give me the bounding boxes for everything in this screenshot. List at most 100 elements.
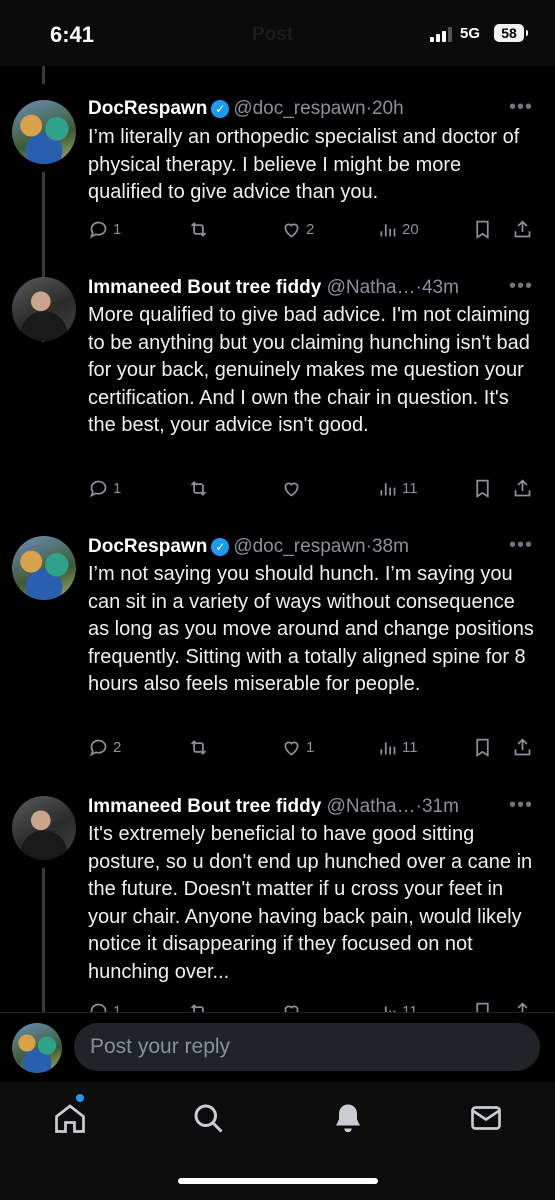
bookmark-button[interactable] [472, 998, 493, 1012]
more-options-icon[interactable]: ••• [509, 275, 533, 298]
repost-icon [190, 1003, 204, 1012]
bookmark-button[interactable] [472, 734, 493, 760]
post-time[interactable]: 38m [372, 536, 409, 557]
post-header: DocRespawn ✓ @doc_respawn·20h [88, 98, 404, 119]
heart-icon [284, 741, 299, 756]
post-text: It's extremely beneficial to have good s… [88, 823, 533, 983]
views-chart-icon [384, 1005, 396, 1012]
repost-icon [190, 739, 207, 755]
reply-input[interactable] [74, 1023, 540, 1071]
bell-icon [336, 1104, 360, 1133]
share-button[interactable] [512, 216, 533, 242]
share-button[interactable] [512, 998, 533, 1012]
thread-line [42, 66, 45, 84]
share-icon [514, 219, 531, 237]
post-time[interactable]: 31m [422, 796, 459, 817]
network-label: 5G [460, 25, 481, 42]
home-icon [55, 1104, 85, 1133]
share-button[interactable] [512, 734, 533, 760]
view-count: 20 [402, 220, 419, 238]
bookmark-icon [476, 220, 489, 239]
thread-line [42, 868, 45, 1012]
avatar [12, 1023, 62, 1073]
post-text: I’m literally an orthopedic specialist a… [88, 126, 520, 203]
reply-count: 1 [113, 1002, 122, 1013]
bookmark-icon [476, 479, 489, 498]
repost-icon [190, 221, 207, 237]
reply-icon [89, 739, 107, 756]
tab-messages[interactable] [468, 1100, 504, 1136]
like-count: 2 [306, 220, 315, 238]
verified-badge-icon: ✓ [211, 100, 230, 118]
reply-button[interactable]: 1 [88, 216, 121, 242]
author-name[interactable]: Immaneed Bout tree fiddy [88, 277, 321, 298]
like-button[interactable] [281, 998, 306, 1012]
reply-count: 2 [113, 738, 122, 756]
repost-button[interactable] [188, 734, 213, 760]
tab-home[interactable] [52, 1100, 88, 1136]
reply-button[interactable]: 1 [88, 475, 121, 501]
views-chart-icon [380, 223, 396, 236]
like-button[interactable] [281, 475, 306, 501]
like-button[interactable]: 1 [281, 734, 314, 760]
repost-button[interactable] [188, 998, 213, 1012]
more-options-icon[interactable]: ••• [509, 534, 533, 557]
view-count: 11 [402, 738, 418, 756]
views-button[interactable]: 11 [377, 734, 418, 760]
author-handle[interactable]: @doc_respawn [233, 98, 365, 119]
author-handle[interactable]: @doc_respawn [233, 536, 365, 557]
post-header: DocRespawn ✓ @doc_respawn·38m [88, 536, 409, 557]
views-button[interactable]: 11 [377, 475, 418, 501]
avatar[interactable] [12, 796, 76, 860]
author-name[interactable]: Immaneed Bout tree fiddy [88, 796, 321, 817]
post-text: More qualified to give bad advice. I'm n… [88, 304, 530, 436]
reply-count: 1 [113, 220, 122, 238]
post-text: I’m not saying you should hunch. I’m say… [88, 563, 534, 695]
author-name[interactable]: DocRespawn [88, 98, 207, 119]
tab-notifications[interactable] [330, 1100, 366, 1136]
reply-button[interactable]: 1 [88, 998, 121, 1012]
home-indicator[interactable] [178, 1178, 378, 1184]
views-button[interactable]: 20 [377, 216, 419, 242]
bookmark-icon [476, 1002, 489, 1012]
signal-icon [430, 26, 456, 42]
verified-badge-icon: ✓ [211, 538, 230, 556]
heart-icon [284, 1005, 299, 1012]
status-time: 6:41 [50, 22, 95, 47]
status-bar: 6:41 Post 5G 58 [0, 0, 555, 66]
repost-button[interactable] [188, 216, 213, 242]
mail-icon [471, 1106, 501, 1130]
author-handle[interactable]: @Natha… [327, 277, 416, 298]
avatar[interactable] [12, 277, 76, 341]
battery-icon: 58 [494, 24, 528, 42]
tab-search[interactable] [190, 1100, 226, 1136]
more-options-icon[interactable]: ••• [509, 794, 533, 817]
post-time[interactable]: 20h [372, 98, 404, 119]
reply-icon [89, 480, 107, 497]
post-header: Immaneed Bout tree fiddy @Natha…·31m [88, 796, 459, 817]
author-name[interactable]: DocRespawn [88, 536, 207, 557]
post-actions: 2 1 11 [88, 734, 538, 760]
post-actions: 1 11 [88, 475, 538, 501]
reply-bar [0, 1012, 555, 1083]
views-chart-icon [380, 482, 396, 495]
page-title: Post [252, 24, 294, 45]
search-icon [194, 1104, 223, 1133]
post-header: Immaneed Bout tree fiddy @Natha…·43m [88, 277, 459, 298]
post-time[interactable]: 43m [422, 277, 459, 298]
avatar[interactable] [12, 100, 76, 164]
like-button[interactable]: 2 [281, 216, 314, 242]
share-icon [514, 737, 531, 755]
bookmark-button[interactable] [472, 216, 493, 242]
more-options-icon[interactable]: ••• [509, 96, 533, 119]
avatar[interactable] [12, 536, 76, 600]
reply-button[interactable]: 2 [88, 734, 121, 760]
repost-button[interactable] [188, 475, 213, 501]
author-handle[interactable]: @Natha… [327, 796, 416, 817]
thread[interactable]: DocRespawn ✓ @doc_respawn·20h ••• I’m lite… [0, 66, 555, 1012]
share-button[interactable] [512, 475, 533, 501]
bookmark-button[interactable] [472, 475, 493, 501]
reply-icon [89, 221, 107, 238]
views-button[interactable]: 11 [377, 998, 418, 1012]
notification-dot [76, 1094, 84, 1102]
